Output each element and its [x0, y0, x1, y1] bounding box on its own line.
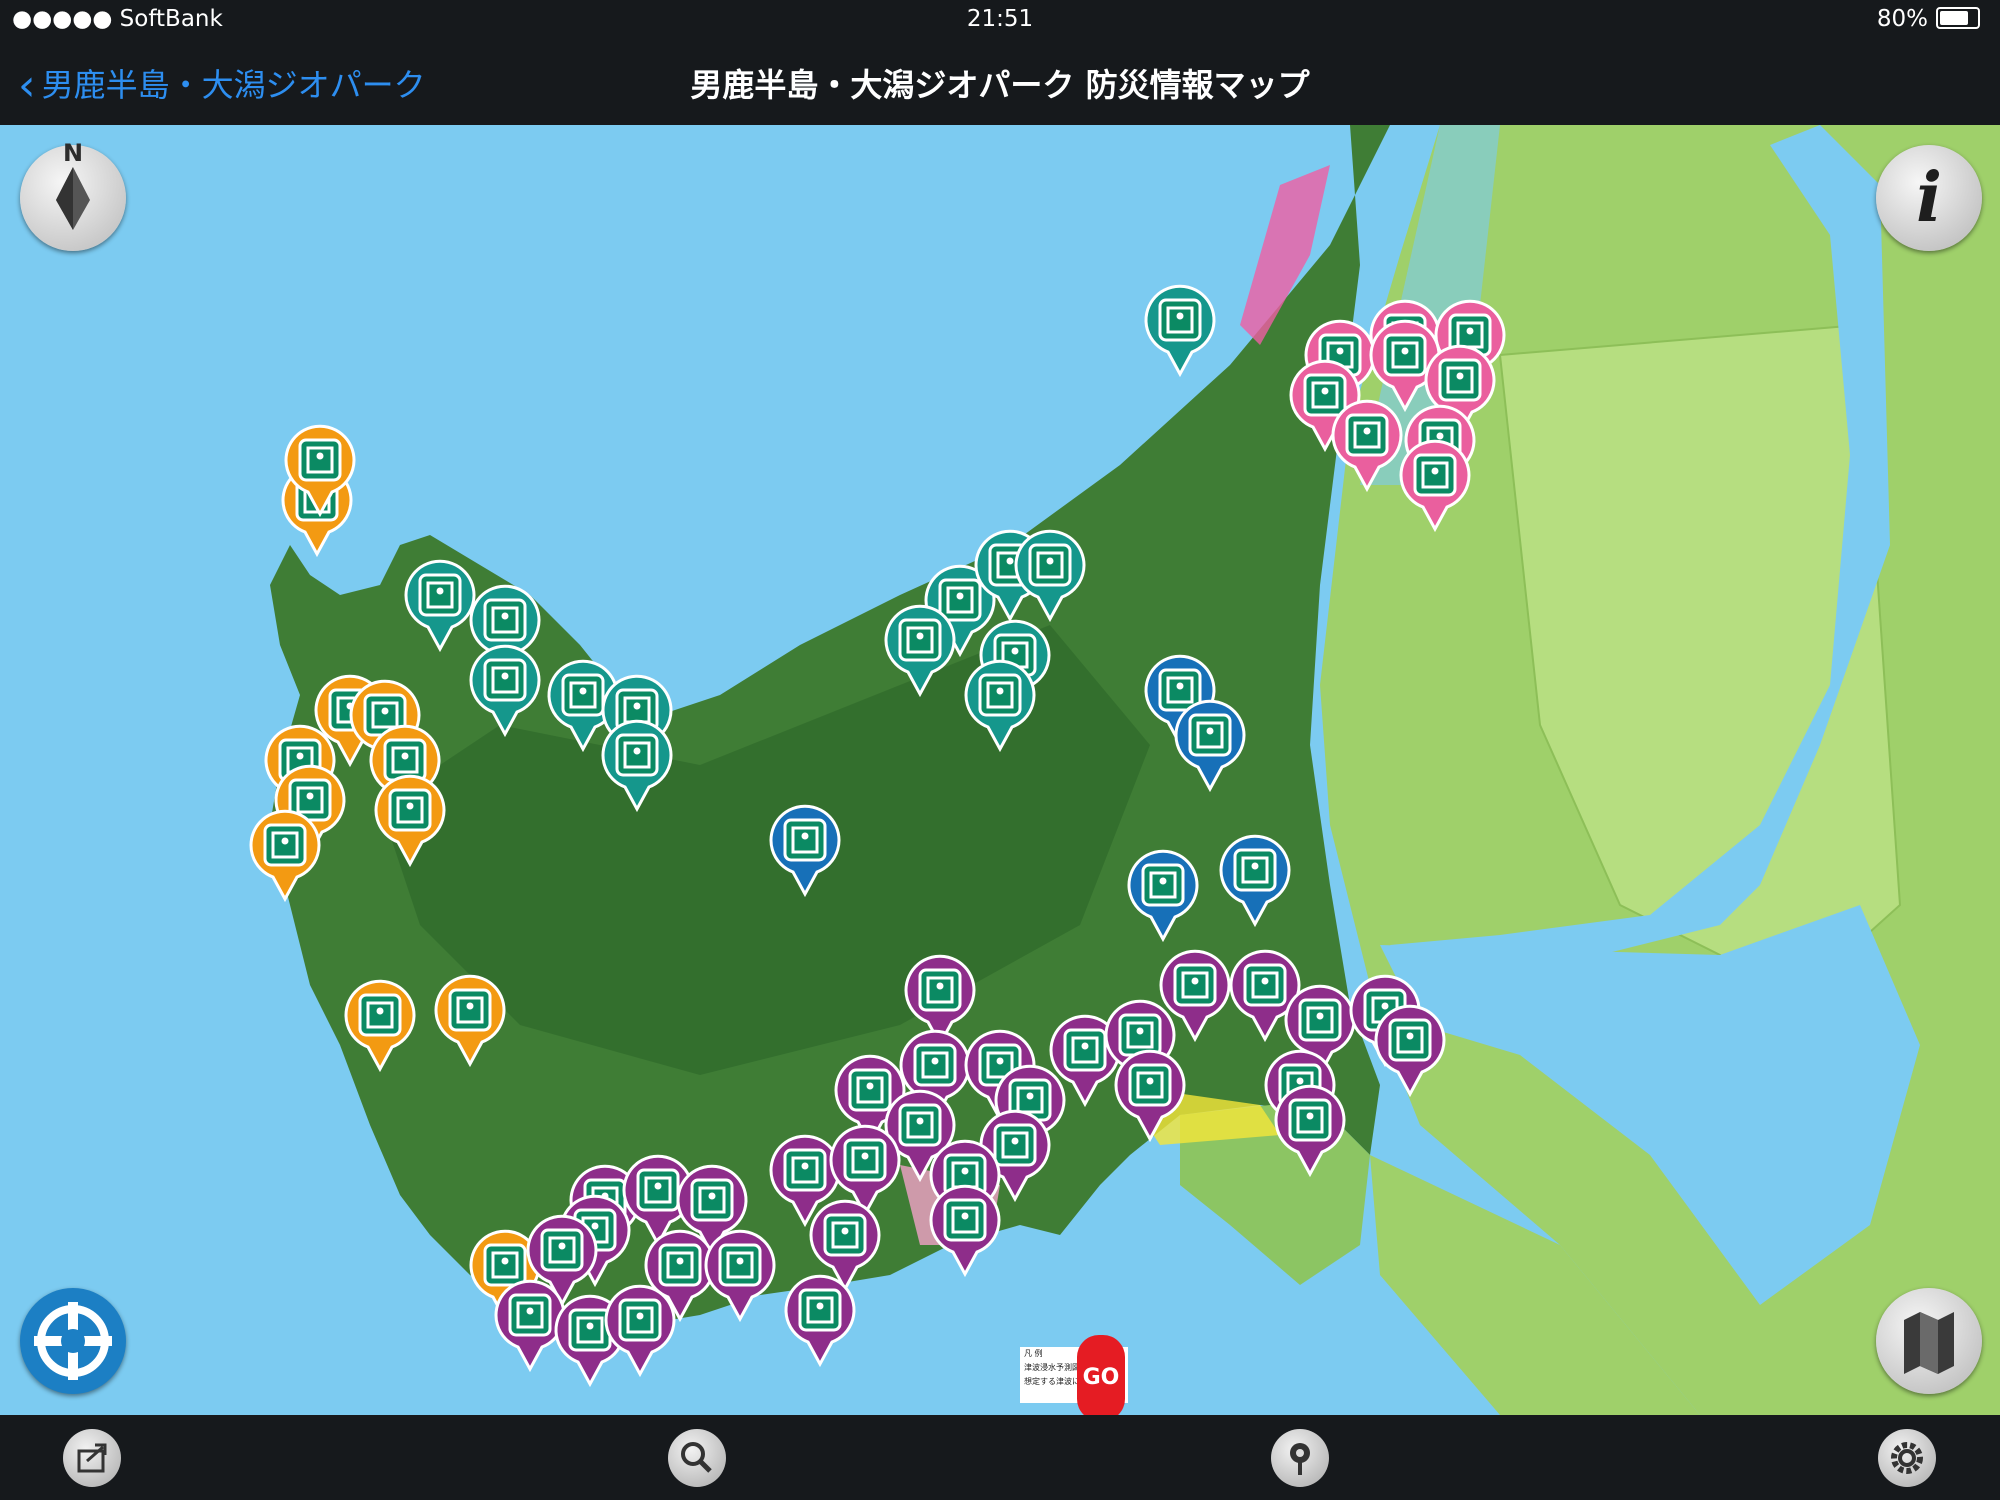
pin-button[interactable] — [1271, 1429, 1329, 1487]
battery-indicator: 80% — [1877, 6, 1980, 32]
battery-percent: 80% — [1876, 6, 1928, 32]
share-button[interactable] — [63, 1429, 121, 1487]
crosshair-icon — [34, 1302, 112, 1380]
status-time: 21:51 — [966, 6, 1034, 32]
settings-button[interactable] — [1878, 1429, 1936, 1487]
compass-button[interactable]: N — [20, 139, 126, 251]
compass-north-label: N — [62, 139, 84, 167]
info-button[interactable]: i — [1876, 145, 1982, 251]
status-bar: ●●●●● SoftBank 21:51 80% — [0, 0, 2000, 40]
map-pin-icon — [1290, 1443, 1310, 1475]
share-icon — [77, 1443, 107, 1473]
search-button[interactable] — [668, 1429, 726, 1487]
map-view[interactable]: 凡 例 津波浸水予測図の… 想定する津波に… GO — [0, 125, 2000, 1415]
folded-map-icon — [1904, 1312, 1954, 1374]
page-title: 男鹿半島・大潟ジオパーク 防災情報マップ — [690, 66, 1310, 104]
bottom-toolbar — [0, 1415, 2000, 1500]
navigation-bar: ‹ 男鹿半島・大潟ジオパーク 男鹿半島・大潟ジオパーク 防災情報マップ — [0, 40, 2000, 125]
search-icon — [681, 1442, 712, 1473]
map-layer-button[interactable] — [1876, 1288, 1982, 1394]
current-location-button[interactable] — [20, 1288, 126, 1394]
gear-icon — [1891, 1442, 1923, 1474]
battery-icon — [1936, 7, 1980, 29]
go-button[interactable]: GO — [1077, 1335, 1125, 1415]
